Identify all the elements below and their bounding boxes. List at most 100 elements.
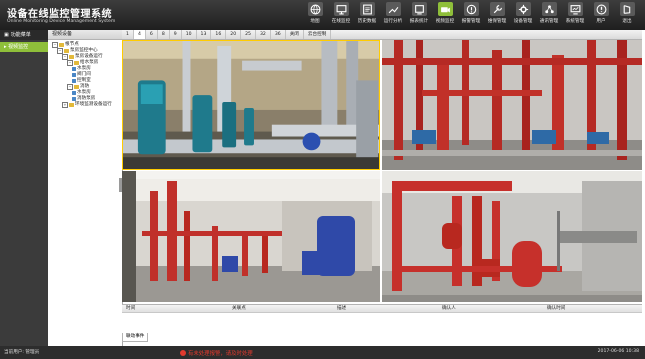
toolbar-history-button[interactable]: 历史数据 <box>355 2 379 29</box>
folder-icon <box>69 103 74 107</box>
toolbar-communication-button[interactable]: 通讯管理 <box>537 2 561 29</box>
alarm-icon <box>463 2 479 16</box>
app-window: 设备在线监控管理系统 Online Monitoring Device Mana… <box>0 0 645 359</box>
layout-tab[interactable]: 10 <box>182 30 197 39</box>
toolbar-device-button[interactable]: 设备管理 <box>511 2 535 29</box>
analysis-icon <box>385 2 401 16</box>
tab-linkage-events[interactable]: 联动事件 <box>122 333 149 342</box>
header-bar: 设备在线监控管理系统 Online Monitoring Device Mana… <box>0 0 645 30</box>
collapse-icon: ▣ <box>4 32 9 38</box>
video-feed-1[interactable] <box>122 40 380 170</box>
layout-tab[interactable]: 32 <box>256 30 271 39</box>
user-icon <box>593 2 609 16</box>
folder-icon <box>74 85 79 89</box>
camera-icon <box>72 91 76 95</box>
toolbar-label: 设备管理 <box>513 19 533 24</box>
event-col-point[interactable]: 关联点 <box>232 305 246 312</box>
camera-icon <box>72 67 76 71</box>
toolbar-label: 维保管理 <box>487 19 507 24</box>
menu-item-video-monitor[interactable]: ▸ 视频监控 <box>0 42 48 52</box>
layout-tab[interactable]: 1 <box>122 30 134 39</box>
toolbar-user-button[interactable]: 用户 <box>589 2 613 29</box>
collapse-icon[interactable]: − <box>67 84 73 90</box>
device-tree: − 根节点 − 泵房监控中心 − 泵房设备运行 − 给水泵房 水泵房 阀门间 控制室 − 消防 水泵房 消防… <box>48 40 122 108</box>
monitor-icon <box>333 2 349 16</box>
tree-node-label: 环境监测设备运行 <box>75 102 112 107</box>
layout-tab[interactable]: 关闭 <box>286 30 304 39</box>
function-menu-header[interactable]: ▣ 功能菜单 <box>0 30 48 40</box>
current-user-status: 当前用户: 管理员 <box>4 350 40 355</box>
toolbar-report-button[interactable]: 报表统计 <box>407 2 431 29</box>
network-icon <box>541 2 557 16</box>
function-menu-panel: ▣ 功能菜单 ▸ 视频监控 <box>0 30 48 346</box>
globe-icon <box>307 2 323 16</box>
toolbar-system-button[interactable]: 系统管理 <box>563 2 587 29</box>
toolbar-label: 运行分析 <box>383 19 403 24</box>
datetime-status: 2017-06-06 10:38 <box>597 349 639 354</box>
tree-node[interactable]: + 环境监测设备运行 <box>52 102 122 108</box>
menu-item-label: 视频监控 <box>8 44 29 50</box>
layout-tab-bar: 1 4 6 8 9 10 13 16 20 25 32 36 关闭 云台控制 <box>122 30 642 40</box>
video-feed-2[interactable] <box>382 40 642 170</box>
event-panel: 时间 关联点 描述 确认人 确认时间 联动事件 <box>122 304 642 342</box>
layout-tab[interactable]: 9 <box>170 30 182 39</box>
toolbar-video-button[interactable]: 视频监控 <box>433 2 457 29</box>
camera-icon <box>72 73 76 77</box>
event-col-confirmer[interactable]: 确认人 <box>442 305 456 312</box>
layout-tab[interactable]: 13 <box>197 30 212 39</box>
folder-icon <box>59 43 64 47</box>
report-icon <box>411 2 427 16</box>
exit-icon <box>619 2 635 16</box>
toolbar-label: 视频监控 <box>435 19 455 24</box>
layout-tab[interactable]: 4 <box>133 30 146 39</box>
toolbar-analysis-button[interactable]: 运行分析 <box>381 2 405 29</box>
collapse-icon[interactable]: − <box>67 60 73 66</box>
layout-tab[interactable]: 36 <box>271 30 286 39</box>
event-col-description[interactable]: 描述 <box>337 305 346 312</box>
camera-icon <box>72 97 76 101</box>
history-icon <box>359 2 375 16</box>
event-col-time[interactable]: 时间 <box>126 305 135 312</box>
toolbar-exit-button[interactable]: 退出 <box>615 2 639 29</box>
toolbar-map-button[interactable]: 地图 <box>303 2 327 29</box>
toolbar-online-monitor-button[interactable]: 在线监控 <box>329 2 353 29</box>
alert-icon <box>180 350 186 356</box>
layout-tab[interactable]: 6 <box>146 30 158 39</box>
main-toolbar: 地图 在线监控 历史数据 运行分析 报表统计 视频监控 报警管理 维保管理 设备… <box>303 2 639 29</box>
toolbar-label: 退出 <box>622 19 632 24</box>
video-grid <box>122 40 642 302</box>
menu-item-bullet: ▸ <box>4 44 7 50</box>
layout-tab[interactable]: 25 <box>241 30 256 39</box>
toolbar-label: 地图 <box>310 19 320 24</box>
alarm-notice-text: 有未处理报警，请及时处理 <box>188 351 253 357</box>
folder-icon <box>69 55 74 59</box>
toolbar-maintenance-button[interactable]: 维保管理 <box>485 2 509 29</box>
toolbar-label: 系统管理 <box>565 19 585 24</box>
device-tree-header: 视频设备 <box>48 30 122 40</box>
toolbar-label: 在线监控 <box>331 19 351 24</box>
toolbar-alarm-button[interactable]: 报警管理 <box>459 2 483 29</box>
camera-icon <box>72 79 76 83</box>
layout-tab[interactable]: 16 <box>211 30 227 39</box>
video-feed-3[interactable] <box>122 171 380 302</box>
folder-icon <box>64 49 69 53</box>
layout-tab[interactable]: 8 <box>158 30 170 39</box>
expand-icon[interactable]: + <box>62 102 68 108</box>
app-subtitle: Online Monitoring Device Management Syst… <box>7 19 116 24</box>
event-col-confirm-time[interactable]: 确认时间 <box>547 305 565 312</box>
app-title: 设备在线监控管理系统 <box>7 9 112 20</box>
toolbar-label: 报表统计 <box>409 19 429 24</box>
status-bar: 当前用户: 管理员 有未处理报警，请及时处理 2017-06-06 10:38 <box>0 346 645 359</box>
toolbar-label: 报警管理 <box>461 19 481 24</box>
device-tree-panel: 视频设备 − 根节点 − 泵房监控中心 − 泵房设备运行 − 给水泵房 水泵房 阀门间 控制室 − 消防… <box>48 30 123 346</box>
layout-tab[interactable]: 云台控制 <box>304 30 332 39</box>
gear-icon <box>515 2 531 16</box>
camera-icon <box>437 2 453 16</box>
folder-icon <box>74 61 79 65</box>
event-table-header: 时间 关联点 描述 确认人 确认时间 <box>122 305 642 313</box>
video-feed-4[interactable] <box>382 171 642 302</box>
layout-tab[interactable]: 20 <box>226 30 242 39</box>
toolbar-label: 用户 <box>596 19 606 24</box>
video-main-area: 1 4 6 8 9 10 13 16 20 25 32 36 关闭 云台控制 时… <box>122 30 645 346</box>
alarm-notice[interactable]: 有未处理报警，请及时处理 <box>180 349 253 357</box>
